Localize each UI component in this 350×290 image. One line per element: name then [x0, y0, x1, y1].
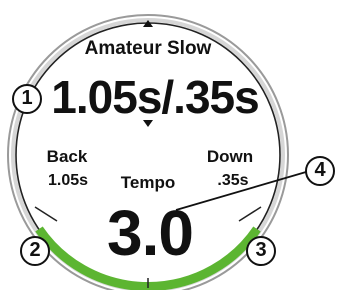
chevron-down-icon[interactable]	[143, 120, 153, 127]
total-swing-time: 1.05s/.35s	[51, 71, 259, 123]
downswing-label: Down	[206, 147, 254, 166]
backswing-value: 1.05s	[47, 172, 89, 189]
callout-marker: 1	[12, 84, 42, 114]
callout-marker: 3	[246, 236, 276, 266]
watch-screen: Amateur Slow 1.05s/.35s Back 1.05s Down …	[0, 0, 350, 290]
backswing-label: Back	[46, 147, 88, 166]
tempo-ratio-value: 3.0	[107, 197, 194, 269]
tempo-label: Tempo	[120, 173, 176, 192]
preset-name[interactable]: Amateur Slow	[85, 38, 212, 60]
downswing-value: .35s	[217, 172, 249, 189]
callout-marker: 4	[305, 156, 335, 186]
chevron-up-icon[interactable]	[143, 20, 153, 27]
callout-marker: 2	[20, 236, 50, 266]
